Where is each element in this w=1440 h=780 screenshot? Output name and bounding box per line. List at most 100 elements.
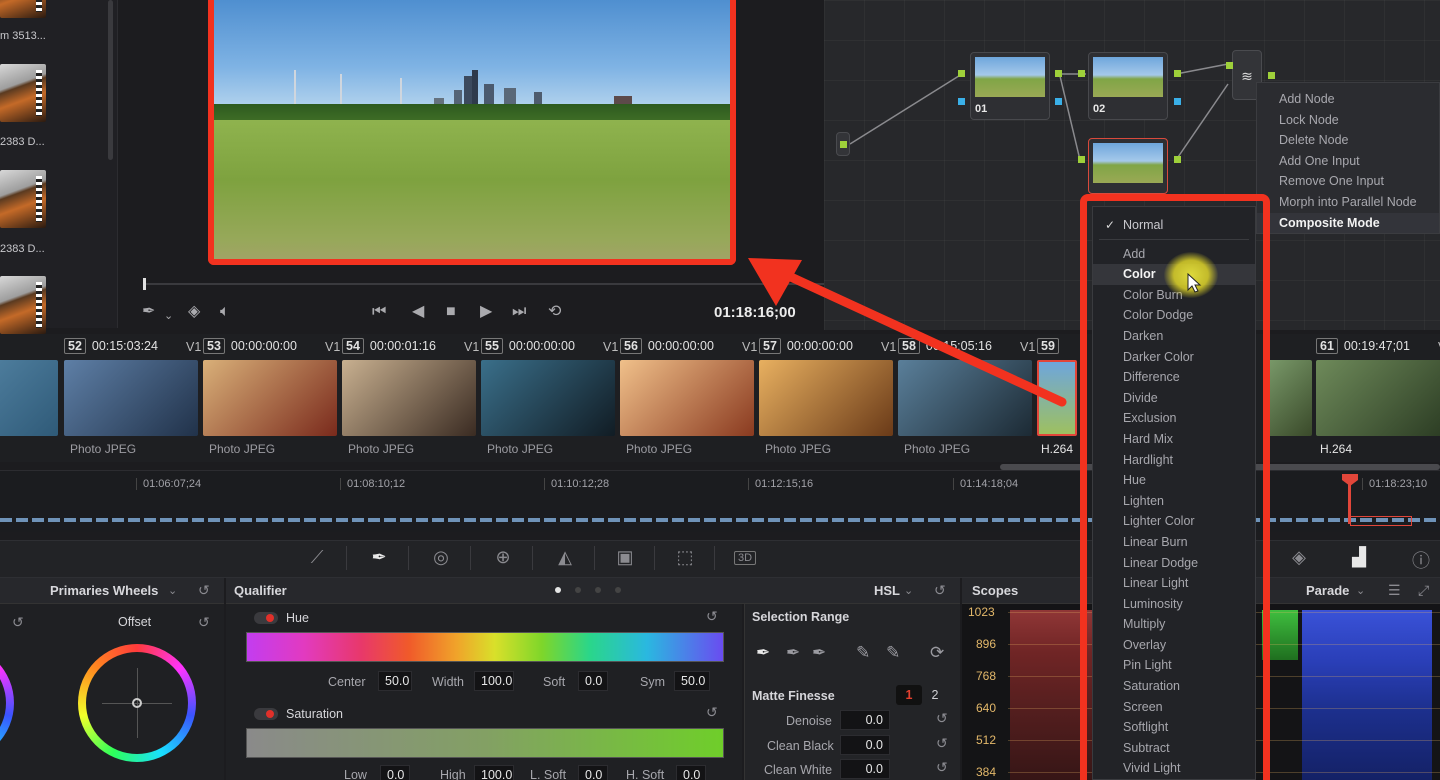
composite-linear-burn[interactable]: Linear Burn [1093,532,1255,553]
node-port[interactable] [1078,156,1085,163]
composite-color-dodge[interactable]: Color Dodge [1093,305,1255,326]
matte-tab-1[interactable]: 1 [896,685,922,705]
wheel-puck[interactable] [132,698,142,708]
feather-minus-icon[interactable]: ✎ [856,643,870,663]
composite-linear-dodge[interactable]: Linear Dodge [1093,553,1255,574]
clip-thumbnail[interactable] [1316,360,1440,436]
composite-overlay[interactable]: Overlay [1093,635,1255,656]
scopes-mode-dropdown[interactable]: Parade [1306,583,1349,598]
composite-hue[interactable]: Hue [1093,470,1255,491]
node-port[interactable] [1055,98,1062,105]
media-thumbnail[interactable] [0,64,46,122]
node-port[interactable] [1226,62,1233,69]
menu-composite-mode[interactable]: Composite Mode [1257,212,1439,234]
denoise-field[interactable]: 0.0 [840,710,890,730]
feather-plus-icon[interactable]: ✎ [886,643,900,663]
reset-icon[interactable]: ↺ [934,582,946,599]
hdr-icon[interactable]: ◈ [1286,547,1312,568]
scope-settings-icon[interactable]: ☰ [1388,582,1401,599]
viewer-scrubber[interactable] [144,283,824,285]
composite-darker-color[interactable]: Darker Color [1093,347,1255,368]
media-pool-scrollbar[interactable] [108,0,113,160]
chevron-down-icon[interactable]: ⌄ [1356,584,1365,597]
picker-icon[interactable]: ✒ [142,302,155,322]
menu-lock-node[interactable]: Lock Node [1257,110,1439,131]
width-field[interactable]: 100.0 [474,671,514,691]
composite-divide[interactable]: Divide [1093,388,1255,409]
expand-icon[interactable]: ⤢ [1418,582,1429,599]
saturation-toggle[interactable] [254,708,278,720]
reset-icon[interactable]: ↺ [198,582,210,599]
composite-darken[interactable]: Darken [1093,326,1255,347]
chevron-down-icon[interactable]: ⌄ [904,584,913,597]
menu-remove-one-input[interactable]: Remove One Input [1257,171,1439,192]
media-thumbnail[interactable] [0,170,46,228]
composite-exclusion[interactable]: Exclusion [1093,408,1255,429]
wheels-mode-dropdown[interactable]: Primaries Wheels [50,583,158,598]
clip-thumbnail[interactable] [203,360,337,436]
sym-field[interactable]: 50.0 [674,671,710,691]
lsoft-field[interactable]: 0.0 [578,765,608,780]
tracker-icon[interactable]: ⊕ [490,547,516,568]
composite-screen[interactable]: Screen [1093,697,1255,718]
chevron-down-icon[interactable]: ⌄ [168,584,177,597]
clip-thumbnail[interactable] [64,360,198,436]
clip-thumbnail[interactable] [0,360,58,436]
node-02[interactable]: 02 [1088,52,1168,120]
stop-icon[interactable]: ■ [446,302,456,322]
layers-icon[interactable]: ◈ [188,302,200,322]
media-thumbnail[interactable] [0,0,46,18]
node-port[interactable] [958,98,965,105]
reset-icon[interactable]: ↺ [706,608,718,625]
3d-icon[interactable]: 3D [734,551,756,565]
skip-forward-icon[interactable]: ⏭︎ [512,302,526,322]
picker-icon[interactable]: ✒ [756,643,770,663]
reset-icon[interactable]: ↺ [706,704,718,721]
info-icon[interactable]: ⓘ [1408,547,1434,573]
node-port[interactable] [1174,98,1181,105]
composite-lighten[interactable]: Lighten [1093,491,1255,512]
node-port[interactable] [1174,70,1181,77]
node-port[interactable] [1078,70,1085,77]
clip-thumbnail[interactable] [620,360,754,436]
node-03-selected[interactable] [1088,138,1168,194]
page-dots[interactable] [554,586,624,594]
composite-luminosity[interactable]: Luminosity [1093,594,1255,615]
media-thumbnail[interactable] [0,276,46,334]
hue-range-bar[interactable] [246,632,724,662]
loop-icon[interactable]: ⟲ [548,302,561,322]
menu-morph-parallel[interactable]: Morph into Parallel Node [1257,192,1439,213]
reset-icon[interactable]: ↺ [936,735,948,752]
clip-thumbnail[interactable] [1266,360,1312,436]
composite-hardlight[interactable]: Hardlight [1093,450,1255,471]
invert-icon[interactable]: ⟳ [930,643,944,663]
scrubber-playhead[interactable] [143,278,146,290]
curves-icon[interactable]: ⟋ [304,547,330,568]
node-port[interactable] [1268,72,1275,79]
composite-hard-mix[interactable]: Hard Mix [1093,429,1255,450]
skip-back-icon[interactable]: ⏮︎ [372,302,386,322]
clip-thumbnail[interactable] [481,360,615,436]
node-01[interactable]: 01 [970,52,1050,120]
composite-subtract[interactable]: Subtract [1093,738,1255,759]
window-icon[interactable]: ◎ [428,547,454,568]
hue-toggle[interactable] [254,612,278,624]
prev-frame-icon[interactable]: ◀ [412,302,424,322]
composite-softlight[interactable]: Softlight [1093,717,1255,738]
composite-linear-light[interactable]: Linear Light [1093,573,1255,594]
node-port[interactable] [958,70,965,77]
scopes-icon[interactable]: ▟ [1346,547,1372,568]
blur-icon[interactable]: ◭ [552,547,578,568]
chevron-down-icon[interactable]: ⌄ [164,306,173,326]
viewer-image[interactable] [208,0,736,265]
node-port[interactable] [1055,70,1062,77]
clean-white-field[interactable]: 0.0 [840,759,890,779]
composite-difference[interactable]: Difference [1093,367,1255,388]
soft-field[interactable]: 0.0 [578,671,608,691]
matte-tab-2[interactable]: 2 [922,685,948,705]
reset-icon[interactable]: ↺ [936,710,948,727]
clip-thumbnail[interactable] [342,360,476,436]
qualifier-icon[interactable]: ✒ [366,547,392,568]
low-field[interactable]: 0.0 [380,765,410,780]
saturation-range-bar[interactable] [246,728,724,758]
